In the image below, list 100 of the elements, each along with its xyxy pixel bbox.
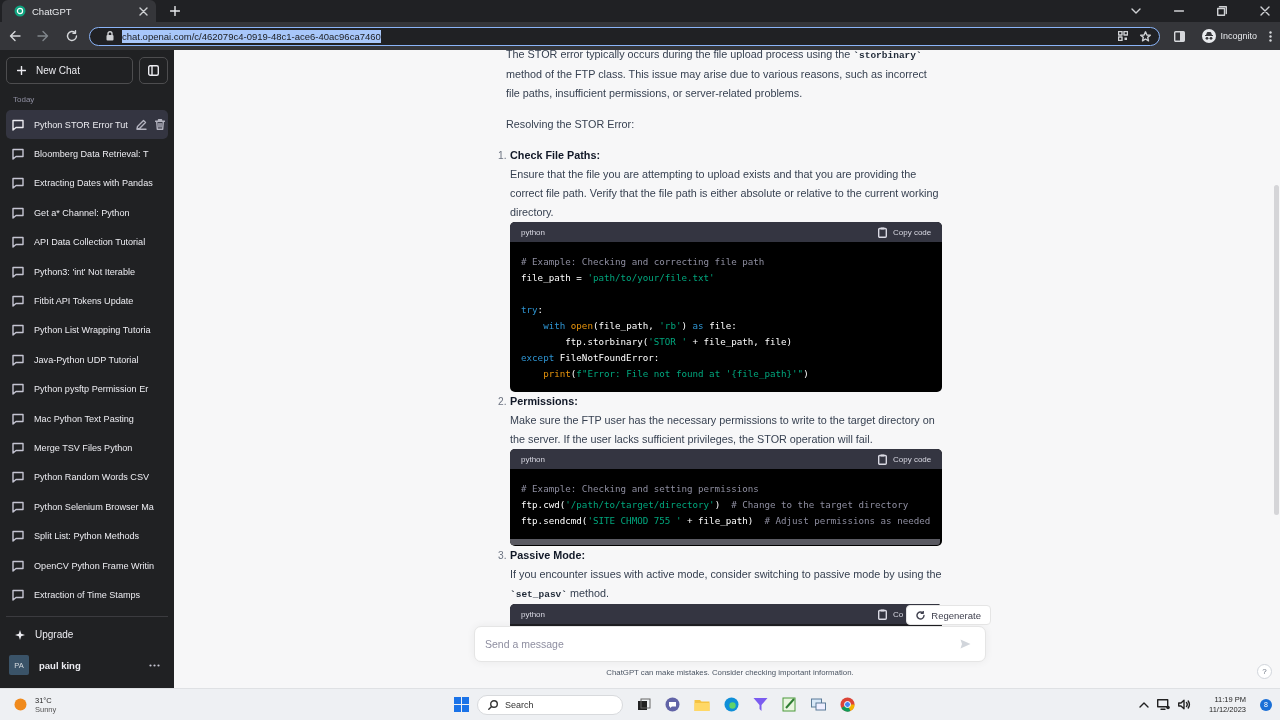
new-chat-button[interactable]: New Chat — [6, 57, 133, 84]
paragraph: Ensure that the file you are attempting to upload exists and that you are providing the correct file path. Verify that the file path is either absolute or relative to the current working directory. — [510, 167, 940, 220]
code-line: # Example: Checking and correcting file path — [521, 255, 765, 269]
copy-code-button[interactable]: Co — [878, 608, 904, 620]
chat-item[interactable]: Bloomberg Data Retrieval: T — [6, 139, 168, 169]
code-line: ftp.storbinary('STOR ' + file_path, file) — [564, 335, 793, 349]
step-heading: Passive Mode: — [510, 548, 586, 563]
chat-bubble-icon — [12, 559, 24, 572]
chat-item[interactable]: Python pysftp Permission Er — [6, 374, 168, 404]
close-icon[interactable] — [139, 6, 148, 16]
chat-bubble-icon — [12, 206, 24, 219]
incognito-icon — [1202, 29, 1217, 43]
chat-bubble-icon — [12, 295, 24, 307]
chat-item[interactable]: Python Selenium Browser Ma — [6, 492, 168, 522]
chat-item[interactable]: Split List: Python Methods — [6, 521, 168, 551]
incognito-profile-button[interactable]: Incognito — [1202, 29, 1257, 43]
step-heading: Check File Paths: — [510, 148, 601, 163]
site-icon — [14, 5, 26, 17]
chat-bubble-icon — [12, 471, 24, 484]
chat-item[interactable]: OpenCV Python Frame Writin — [6, 550, 168, 581]
language-label: python — [521, 454, 546, 464]
notepad-icon[interactable] — [782, 697, 797, 712]
chevron-down-icon[interactable] — [1131, 8, 1141, 14]
task-view-icon[interactable] — [637, 697, 651, 712]
clipboard-icon — [878, 608, 887, 620]
chat-item[interactable]: Mac Python Text Pasting — [6, 403, 168, 434]
search-field[interactable]: Search — [477, 694, 623, 715]
more-icon[interactable] — [149, 663, 160, 667]
close-icon[interactable] — [1260, 6, 1270, 16]
chat-item[interactable]: Python STOR Error Tut — [6, 109, 168, 140]
chat-bubble-icon — [12, 118, 24, 131]
list-number: 3. — [498, 549, 508, 563]
chat-bubble-icon — [12, 353, 24, 366]
reload-icon[interactable] — [66, 30, 78, 42]
browser-icon[interactable] — [724, 697, 739, 712]
start-icon[interactable] — [454, 697, 469, 712]
list-number: 2. — [498, 395, 508, 409]
chat-bubble-icon — [12, 236, 24, 249]
chat-item[interactable]: Python Random Words CSV — [6, 462, 168, 493]
code-line: except FileNotFoundError: — [521, 351, 660, 365]
chat-bubble-icon — [12, 265, 24, 278]
language-label: python — [521, 609, 546, 619]
chat-app-icon[interactable] — [665, 697, 680, 712]
back-icon[interactable] — [9, 30, 21, 42]
scrollbar[interactable] — [1274, 185, 1279, 515]
chevron-up-icon[interactable] — [1139, 701, 1149, 708]
sparkle-icon — [15, 629, 25, 640]
help-button[interactable]: ? — [1257, 664, 1272, 679]
edit-icon[interactable] — [135, 119, 147, 131]
network-icon[interactable] — [1157, 699, 1170, 710]
chat-item[interactable]: Python3: 'int' Not Iterable — [6, 256, 168, 287]
copy-code-button[interactable]: Copy code — [878, 453, 932, 465]
more-icon[interactable] — [1269, 30, 1272, 42]
refresh-icon — [916, 610, 926, 620]
paragraph: The STOR error typically occurs during the file upload process using the `storbinary` method of the FTP class. This issue may arise due to various reasons, such as incorrect file paths, insufficient permissions, or server-related problems. — [506, 50, 928, 101]
search-input[interactable]: Search — [505, 696, 605, 713]
section-label: Today — [13, 94, 36, 104]
forward-icon[interactable] — [37, 30, 49, 42]
address-bar[interactable]: chat.openai.com/c/462079c4-0919-48c1-ace6-40ac96ca7460 — [89, 26, 1161, 46]
chat-bubble-icon — [12, 148, 24, 161]
chat-item[interactable]: API Data Collection Tutorial — [6, 227, 168, 257]
search-icon — [488, 699, 498, 710]
network-app-icon[interactable] — [811, 697, 826, 712]
chat-item[interactable]: Get a* Channel: Python — [6, 198, 168, 228]
delete-icon[interactable] — [154, 119, 165, 131]
chrome-icon[interactable] — [840, 697, 855, 712]
copy-code-button[interactable]: Copy code — [878, 226, 932, 238]
chat-item[interactable]: Fitbit API Tokens Update — [6, 286, 168, 316]
scrollbar[interactable] — [510, 539, 940, 545]
regenerate-button[interactable]: Regenerate — [906, 605, 991, 625]
upgrade-button[interactable]: Upgrade — [6, 620, 168, 649]
code-line: print(f"Error: File not found at '{file_path}'") — [542, 367, 809, 381]
star-icon[interactable] — [1140, 30, 1152, 42]
clipboard-icon — [878, 226, 887, 238]
new-tab-icon[interactable] — [170, 6, 180, 16]
chat-item[interactable]: Python List Wrapping Tutoria — [6, 315, 168, 346]
clipboard-icon — [878, 453, 887, 465]
chat-item[interactable]: Extraction of Time Stamps — [6, 580, 168, 610]
paragraph: Make sure the FTP user has the necessary permissions to write to the target directory on the server. If the user lacks sufficient privileges, the STOR operation will fail. — [510, 413, 936, 447]
code-line: ftp.sendcmd('SITE CHMOD 755 ' + file_path) # Adjust permissions as needed — [521, 514, 931, 528]
paragraph: If you encounter issues with active mode, consider switching to passive mode by using the `set_pasv` method. — [510, 567, 942, 602]
code-line: file_path = 'path/to/your/file.txt' — [521, 271, 715, 285]
side-panel-icon[interactable] — [1174, 30, 1186, 42]
chat-item[interactable]: Merge TSV Files Python — [6, 433, 168, 463]
speaker-icon[interactable] — [1178, 699, 1191, 710]
funnel-icon[interactable] — [753, 697, 768, 712]
qr-code-icon[interactable] — [1118, 31, 1129, 41]
restore-icon[interactable] — [1217, 6, 1227, 16]
chat-bubble-icon — [12, 441, 24, 454]
chat-bubble-icon — [12, 383, 24, 396]
sidebar-toggle-button[interactable] — [139, 57, 168, 84]
code-line: # Example: Checking and setting permissions — [521, 482, 759, 496]
language-label: python — [521, 227, 546, 237]
chat-bubble-icon — [12, 530, 24, 543]
chat-item[interactable]: Extracting Dates with Pandas — [6, 168, 168, 199]
chat-item[interactable]: Java-Python UDP Tutorial — [6, 345, 168, 375]
browser-tab[interactable]: ChatGPT — [2, 0, 156, 22]
list-number: 1. — [498, 149, 508, 163]
code-line: with open(file_path, 'rb') as file: — [542, 319, 737, 333]
paragraph: Resolving the STOR Error: — [506, 117, 636, 132]
